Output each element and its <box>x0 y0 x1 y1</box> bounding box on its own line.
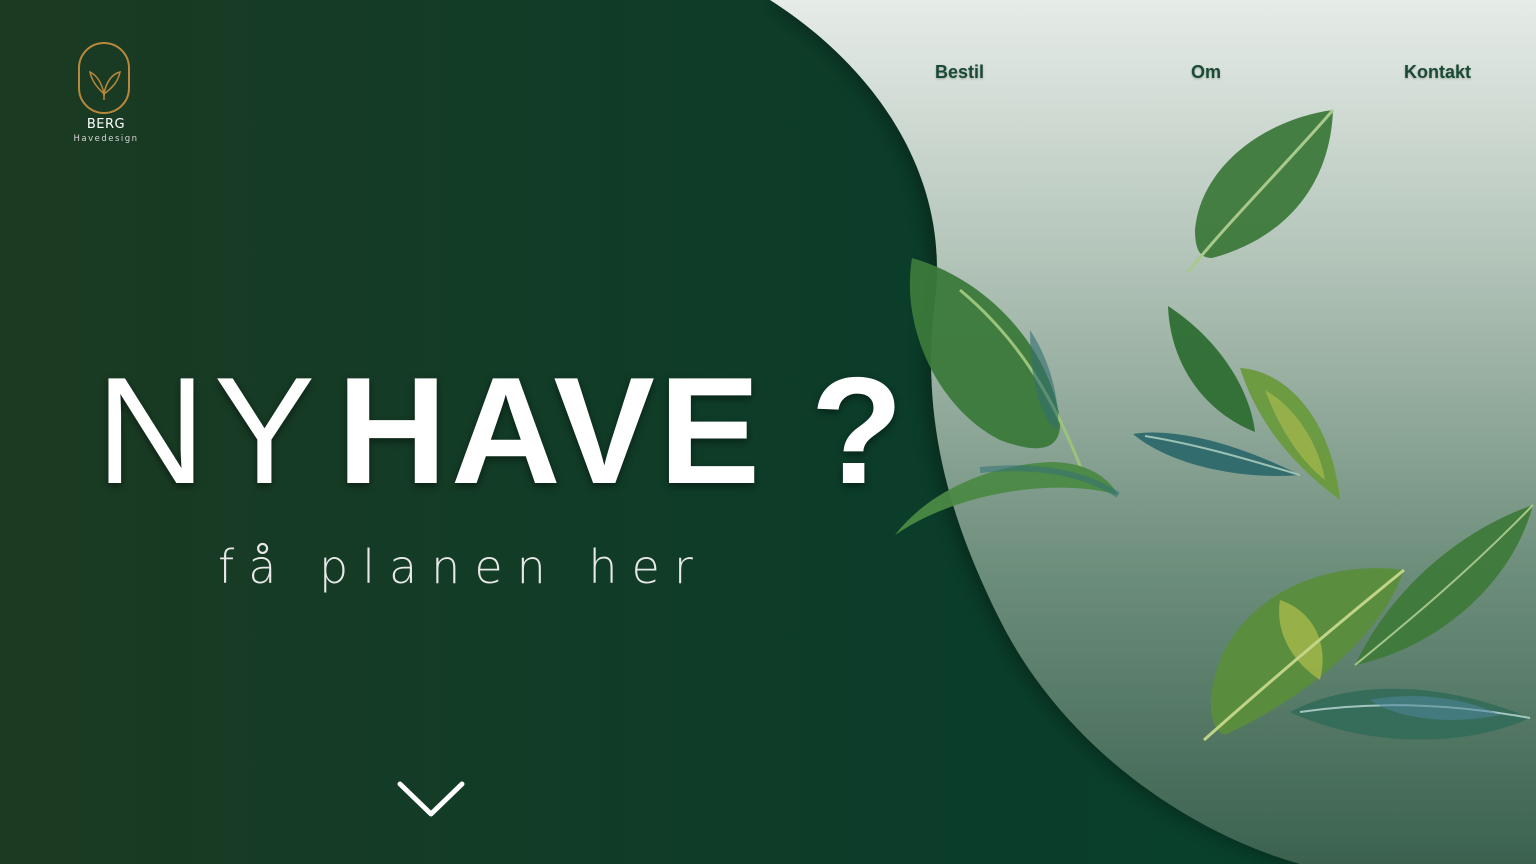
nav-item-bestil[interactable]: Bestil <box>935 62 984 83</box>
nav-item-om[interactable]: Om <box>1191 62 1221 83</box>
hero-title: NYHAVE ? <box>96 344 907 519</box>
hero-subtitle[interactable]: få planen her <box>218 540 707 594</box>
brand-logo[interactable]: BERG Havedesign <box>70 42 142 152</box>
brand-tagline: Havedesign <box>73 134 139 144</box>
brand-name: BERG <box>86 117 126 132</box>
nav-item-kontakt[interactable]: Kontakt <box>1404 62 1471 83</box>
leaf-icon <box>88 70 121 100</box>
hero-title-bold: HAVE ? <box>337 346 908 516</box>
hero-title-light: NY <box>96 346 324 516</box>
chevron-down-icon[interactable] <box>396 780 466 820</box>
